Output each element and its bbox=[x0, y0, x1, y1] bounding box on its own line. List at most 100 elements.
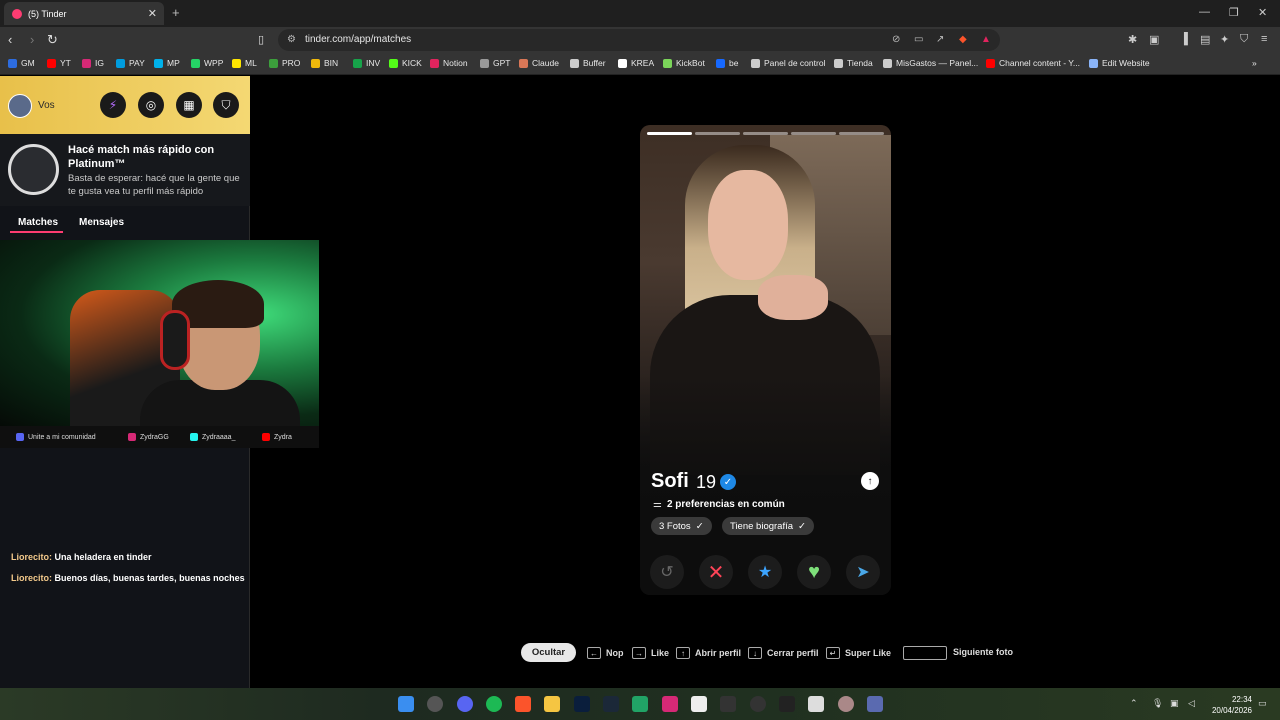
rewind-button[interactable]: ↺ bbox=[650, 555, 684, 589]
reload-icon[interactable]: ↻ bbox=[47, 32, 58, 48]
discord-icon[interactable] bbox=[457, 696, 473, 712]
bookmark-18[interactable]: Panel de control bbox=[751, 58, 825, 68]
brave-rewards-icon[interactable]: ▲ bbox=[981, 34, 991, 45]
address-bar[interactable]: ⚙ tinder.com/app/matches ⊘ ▭ ↗ ◆ ▲ bbox=[278, 29, 1000, 51]
photo-progress-segment[interactable] bbox=[647, 132, 692, 135]
profile-card[interactable]: Sofi 19 ✓ ↑ ⚌ 2 preferencias en común 3 … bbox=[640, 125, 891, 595]
capcut-icon[interactable] bbox=[779, 696, 795, 712]
obs-icon[interactable] bbox=[750, 696, 766, 712]
safety-shield-icon[interactable]: ⛉ bbox=[213, 92, 239, 118]
bookmark-17[interactable]: be bbox=[716, 58, 738, 68]
enter-key-icon: ↵ bbox=[826, 647, 840, 659]
bookmark-1[interactable]: YT bbox=[47, 58, 71, 68]
photo-progress-segment[interactable] bbox=[695, 132, 740, 135]
maximize-icon[interactable]: ❐ bbox=[1229, 6, 1239, 19]
tray-chevron-icon[interactable]: ⌃ bbox=[1130, 698, 1138, 709]
bookmark-9[interactable]: INV bbox=[353, 58, 380, 68]
new-tab-icon[interactable]: + bbox=[172, 5, 180, 20]
notifications-icon[interactable]: ▭ bbox=[1258, 698, 1267, 709]
menu-icon[interactable]: ≡ bbox=[1261, 33, 1267, 45]
explore-icon[interactable]: ◎ bbox=[138, 92, 164, 118]
windows-start-icon[interactable] bbox=[398, 696, 414, 712]
platinum-ring-icon bbox=[8, 144, 59, 195]
tracking-icon[interactable]: ⊘ bbox=[892, 34, 900, 45]
brave-shields-icon[interactable]: ◆ bbox=[959, 34, 967, 45]
sidebar-toggle-icon[interactable]: ▐ bbox=[1180, 33, 1188, 45]
bookmark-7[interactable]: PRO bbox=[269, 58, 300, 68]
profile-photo[interactable] bbox=[640, 125, 891, 595]
photo-progress-segment[interactable] bbox=[791, 132, 836, 135]
app-icon[interactable] bbox=[867, 696, 883, 712]
bookmark-0[interactable]: GM bbox=[8, 58, 35, 68]
bookmark-3[interactable]: PAY bbox=[116, 58, 145, 68]
profile-label[interactable]: Vos bbox=[38, 100, 55, 111]
bookmark-22[interactable]: Edit Website bbox=[1089, 58, 1150, 68]
sheets-icon[interactable] bbox=[632, 696, 648, 712]
microphone-icon[interactable]: 🎙 bbox=[1152, 698, 1163, 709]
bookmark-16[interactable]: KickBot bbox=[663, 58, 705, 68]
volume-icon[interactable]: ◁ bbox=[1188, 698, 1195, 709]
vpn-icon[interactable]: ⛉ bbox=[1240, 33, 1248, 46]
boost-message-button[interactable]: ➤ bbox=[846, 555, 880, 589]
system-clock[interactable]: 22:34 20/04/2026 bbox=[1206, 694, 1252, 716]
bookmark-2[interactable]: IG bbox=[82, 58, 104, 68]
sliders-icon: ⚌ bbox=[653, 499, 662, 510]
close-window-icon[interactable]: ✕ bbox=[1258, 6, 1267, 19]
bookmark-14[interactable]: Buffer bbox=[570, 58, 606, 68]
bookmark-21[interactable]: Channel content - Y... bbox=[986, 58, 1080, 68]
cast-icon[interactable]: ▭ bbox=[914, 34, 923, 45]
instagram-icon[interactable] bbox=[662, 696, 678, 712]
forward-icon[interactable]: › bbox=[30, 32, 34, 47]
tab-search-icon[interactable]: ▣ bbox=[1149, 33, 1159, 46]
app-icon[interactable] bbox=[838, 696, 854, 712]
leo-ai-icon[interactable]: ✦ bbox=[1220, 33, 1229, 46]
avatar[interactable] bbox=[8, 94, 32, 118]
back-icon[interactable]: ‹ bbox=[8, 32, 12, 47]
file-explorer-icon[interactable] bbox=[544, 696, 560, 712]
share-icon[interactable]: ↗ bbox=[936, 34, 944, 45]
photo-progress-segment[interactable] bbox=[743, 132, 788, 135]
like-button[interactable]: ♥ bbox=[797, 555, 831, 589]
hide-shortcuts-button[interactable]: Ocultar bbox=[521, 643, 576, 662]
bookmark-favicon-icon bbox=[191, 58, 200, 68]
bookmark-8[interactable]: BIN bbox=[311, 58, 338, 68]
app-icon[interactable] bbox=[720, 696, 736, 712]
extensions-icon[interactable]: ✱ bbox=[1128, 33, 1137, 46]
bookmark-13[interactable]: Claude bbox=[519, 58, 559, 68]
platinum-promo[interactable]: Hacé match más rápido con Platinum™ Bast… bbox=[0, 134, 250, 206]
minimize-icon[interactable]: — bbox=[1199, 6, 1210, 18]
site-info-icon[interactable]: ⚙ bbox=[287, 34, 296, 45]
bookmark-10[interactable]: KICK bbox=[389, 58, 422, 68]
more-bookmarks-icon[interactable]: » bbox=[1252, 58, 1257, 68]
boost-icon[interactable]: ⚡ bbox=[100, 92, 126, 118]
browser-tab[interactable]: (5) Tinder ✕ bbox=[4, 2, 164, 25]
bookmark-6[interactable]: ML bbox=[232, 58, 257, 68]
bookmark-20[interactable]: MisGastos — Panel... bbox=[883, 58, 978, 68]
wallet-icon[interactable]: ▤ bbox=[1200, 33, 1210, 46]
notion-icon[interactable] bbox=[691, 696, 707, 712]
bookmark-icon[interactable]: ▯ bbox=[258, 33, 264, 46]
open-profile-icon[interactable]: ↑ bbox=[861, 472, 879, 490]
briefcase-icon[interactable]: ▦ bbox=[176, 92, 202, 118]
bookmark-5[interactable]: WPP bbox=[191, 58, 223, 68]
tab-matches[interactable]: Matches bbox=[18, 217, 58, 228]
tab-mensajes[interactable]: Mensajes bbox=[79, 217, 124, 228]
photoshop-icon[interactable] bbox=[574, 696, 590, 712]
spotify-icon[interactable] bbox=[486, 696, 502, 712]
steam-icon[interactable] bbox=[603, 696, 619, 712]
close-tab-icon[interactable]: ✕ bbox=[148, 7, 157, 20]
bookmark-15[interactable]: KREA bbox=[618, 58, 654, 68]
bookmark-19[interactable]: Tienda bbox=[834, 58, 873, 68]
network-icon[interactable]: ▣ bbox=[1170, 698, 1179, 709]
bookmark-4[interactable]: MP bbox=[154, 58, 180, 68]
bookmark-11[interactable]: Notion bbox=[430, 58, 468, 68]
super-like-button[interactable]: ★ bbox=[748, 555, 782, 589]
app-icon[interactable] bbox=[808, 696, 824, 712]
app-icon[interactable] bbox=[427, 696, 443, 712]
chat-message: Liorecito: Una heladera en tinder bbox=[11, 552, 152, 562]
brave-icon[interactable] bbox=[515, 696, 531, 712]
bookmark-12[interactable]: GPT bbox=[480, 58, 510, 68]
nope-button[interactable]: ✕ bbox=[699, 555, 733, 589]
url-text[interactable]: tinder.com/app/matches bbox=[305, 34, 411, 45]
photo-progress-segment[interactable] bbox=[839, 132, 884, 135]
